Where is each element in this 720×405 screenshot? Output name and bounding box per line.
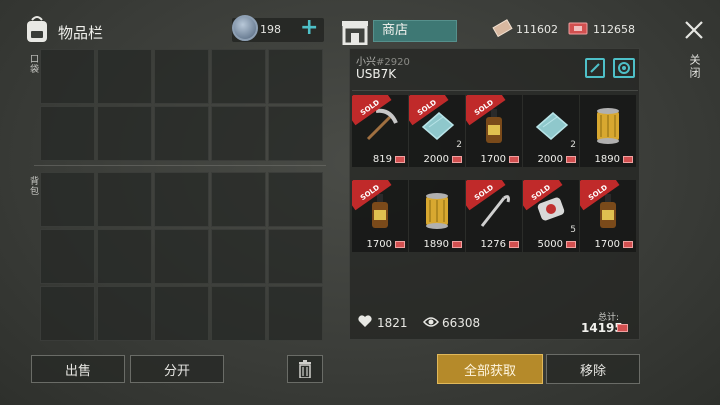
backpack-slot[interactable]: [211, 286, 266, 341]
ticket-a-count: 111602: [516, 23, 558, 36]
add-coins-button[interactable]: +: [300, 15, 318, 41]
get-all-button[interactable]: 全部获取: [437, 354, 543, 384]
red-ticket-icon: [623, 156, 633, 163]
section-divider: [34, 165, 326, 166]
item-quantity: 2: [456, 140, 462, 150]
heart-icon: [358, 315, 372, 327]
item-price: 1890: [594, 154, 620, 165]
red-ticket-icon: [566, 241, 576, 248]
item-price: 5000: [537, 239, 563, 250]
shop-item-9[interactable]: SOLD 5 5000: [523, 180, 579, 252]
shop-item-4[interactable]: 2 2000: [523, 95, 579, 167]
red-ticket-icon: [452, 156, 462, 163]
backpack-grid: [40, 172, 324, 341]
backpack-slot[interactable]: [211, 229, 266, 284]
item-price: 819: [372, 154, 392, 165]
remove-button[interactable]: 移除: [546, 354, 640, 384]
pocket-slot[interactable]: [211, 106, 266, 161]
red-ticket-icon: [623, 241, 633, 248]
pocket-grid: [40, 49, 324, 161]
edit-icon: [590, 63, 600, 73]
store-code: USB7K: [356, 67, 397, 81]
trash-icon: [299, 360, 311, 378]
filter-icon: [597, 108, 619, 144]
shop-item-2[interactable]: SOLD 2 2000: [409, 95, 465, 167]
shop-item-8[interactable]: SOLD 1276: [466, 180, 522, 252]
red-ticket-icon: [509, 156, 519, 163]
backpack-slot[interactable]: [97, 172, 152, 227]
shop-item-10[interactable]: SOLD 1700: [580, 180, 636, 252]
shop-icon: [342, 21, 368, 45]
ticket-icon: [492, 19, 513, 38]
pocket-slot[interactable]: [97, 49, 152, 104]
pocket-slot[interactable]: [211, 49, 266, 104]
pocket-slot[interactable]: [154, 49, 209, 104]
split-button[interactable]: 分开: [130, 355, 224, 383]
ticket-b-count: 112658: [593, 23, 635, 36]
shop-item-1[interactable]: SOLD 819: [352, 95, 408, 167]
settings-button[interactable]: [613, 58, 635, 78]
red-ticket-icon: [395, 241, 405, 248]
close-label[interactable]: 关闭: [686, 54, 702, 80]
item-quantity: 5: [570, 225, 576, 235]
close-icon[interactable]: [682, 18, 706, 42]
pocket-slot[interactable]: [40, 49, 95, 104]
views-count: 66308: [442, 316, 481, 330]
backpack-slot[interactable]: [154, 229, 209, 284]
likes-count: 1821: [377, 316, 408, 330]
backpack-label: 背包: [28, 176, 38, 196]
item-price: 1700: [480, 154, 506, 165]
backpack-slot[interactable]: [40, 286, 95, 341]
backpack-slot[interactable]: [154, 172, 209, 227]
red-ticket-icon: [509, 241, 519, 248]
coin-count: 198: [260, 23, 281, 36]
inventory-title: 物品栏: [58, 24, 104, 42]
shop-item-6[interactable]: SOLD 1700: [352, 180, 408, 252]
item-price: 1700: [594, 239, 620, 250]
sell-button[interactable]: 出售: [31, 355, 125, 383]
shop-item-3[interactable]: SOLD 1700: [466, 95, 522, 167]
backpack-slot[interactable]: [268, 172, 323, 227]
backpack-slot[interactable]: [97, 286, 152, 341]
backpack-slot[interactable]: [40, 229, 95, 284]
pocket-slot[interactable]: [154, 106, 209, 161]
red-ticket-icon: [568, 22, 588, 35]
backpack-slot[interactable]: [154, 286, 209, 341]
gear-icon: [618, 62, 630, 74]
trash-button[interactable]: [287, 355, 323, 383]
pocket-slot[interactable]: [40, 106, 95, 161]
pocket-slot[interactable]: [268, 106, 323, 161]
filter-icon: [426, 193, 448, 229]
backpack-slot[interactable]: [40, 172, 95, 227]
shop-item-7[interactable]: 1890: [409, 180, 465, 252]
backpack-slot[interactable]: [268, 229, 323, 284]
item-price: 1890: [423, 239, 449, 250]
backpack-slot[interactable]: [97, 229, 152, 284]
pocket-slot[interactable]: [97, 106, 152, 161]
pocket-slot[interactable]: [268, 49, 323, 104]
item-price: 1700: [366, 239, 392, 250]
red-ticket-icon: [395, 156, 405, 163]
seller-name: 小兴#2920: [356, 53, 410, 68]
pocket-label: 口袋: [28, 54, 38, 74]
red-ticket-icon: [566, 156, 576, 163]
shop-item-5[interactable]: 1890: [580, 95, 636, 167]
red-ticket-icon: [617, 324, 628, 332]
item-price: 1276: [480, 239, 506, 250]
tab-shop[interactable]: 商店: [373, 20, 457, 42]
item-price: 2000: [537, 154, 563, 165]
red-ticket-icon: [452, 241, 462, 248]
panel-separator: [352, 90, 638, 91]
coin-icon: [232, 15, 258, 41]
edit-button[interactable]: [585, 58, 605, 78]
cloth-icon: [535, 112, 569, 140]
backpack-slot[interactable]: [211, 172, 266, 227]
item-price: 2000: [423, 154, 449, 165]
backpack-icon: [27, 16, 47, 42]
eye-icon: [423, 317, 439, 327]
backpack-slot[interactable]: [268, 286, 323, 341]
item-quantity: 2: [570, 140, 576, 150]
